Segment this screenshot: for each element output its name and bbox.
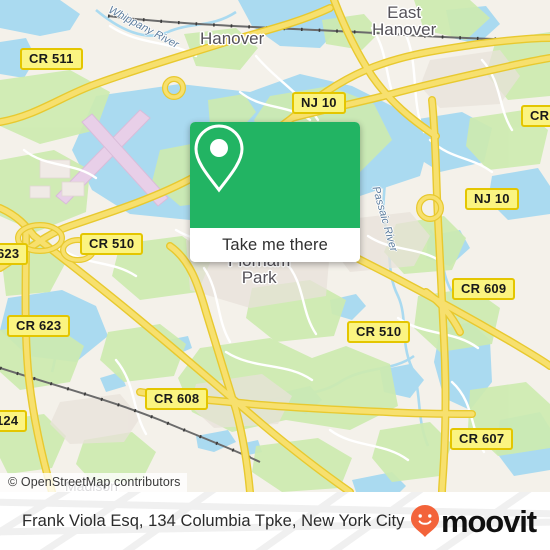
road-shield-cr-608: CR 608: [145, 388, 209, 410]
road-shield-cr-607: CR 607: [450, 428, 514, 450]
road-shield-cr-511: CR 511: [20, 48, 83, 70]
moovit-wordmark: moovit: [440, 503, 537, 539]
map-canvas[interactable]: CR 511 NJ 10 CR NJ 10 CR 510 623 CR 609 CR 623 C…: [0, 0, 550, 492]
road-shield-cr-623-b: CR 623: [7, 315, 71, 337]
take-me-there-button[interactable]: Take me there: [190, 228, 360, 262]
osm-attribution[interactable]: © OpenStreetMap contributors: [0, 473, 187, 492]
road-shield-cr-510-a: CR 510: [80, 233, 144, 255]
road-shield-nj-10-a: NJ 10: [292, 92, 346, 114]
place-label-hanover: Hanover: [200, 29, 265, 48]
destination-popup-card[interactable]: Take me there: [190, 122, 360, 262]
footer-bar: Frank Viola Esq, 134 Columbia Tpke, New …: [0, 492, 550, 550]
popup-pin-panel: [190, 122, 360, 228]
moovit-map-screenshot: CR 511 NJ 10 CR NJ 10 CR 510 623 CR 609 CR 623 C…: [0, 0, 550, 550]
address-label: Frank Viola Esq, 134 Columbia Tpke, New …: [22, 511, 405, 530]
take-me-there-label: Take me there: [222, 235, 328, 254]
road-shield-cr-top-right: CR: [521, 105, 550, 127]
moovit-logo[interactable]: moovit: [410, 503, 537, 539]
road-shield-cr-623-a: 623: [0, 243, 29, 265]
map-pin-icon: [194, 124, 244, 193]
road-shield-cr-510-b: CR 510: [347, 321, 411, 343]
road-shield-cr-609: CR 609: [452, 278, 516, 300]
road-shield-cr-124: 124: [0, 410, 28, 432]
road-shield-nj-10-b: NJ 10: [465, 188, 519, 210]
moovit-pin-smiley-icon: [410, 505, 439, 537]
place-label-east-hanover: East Hanover: [372, 3, 437, 39]
